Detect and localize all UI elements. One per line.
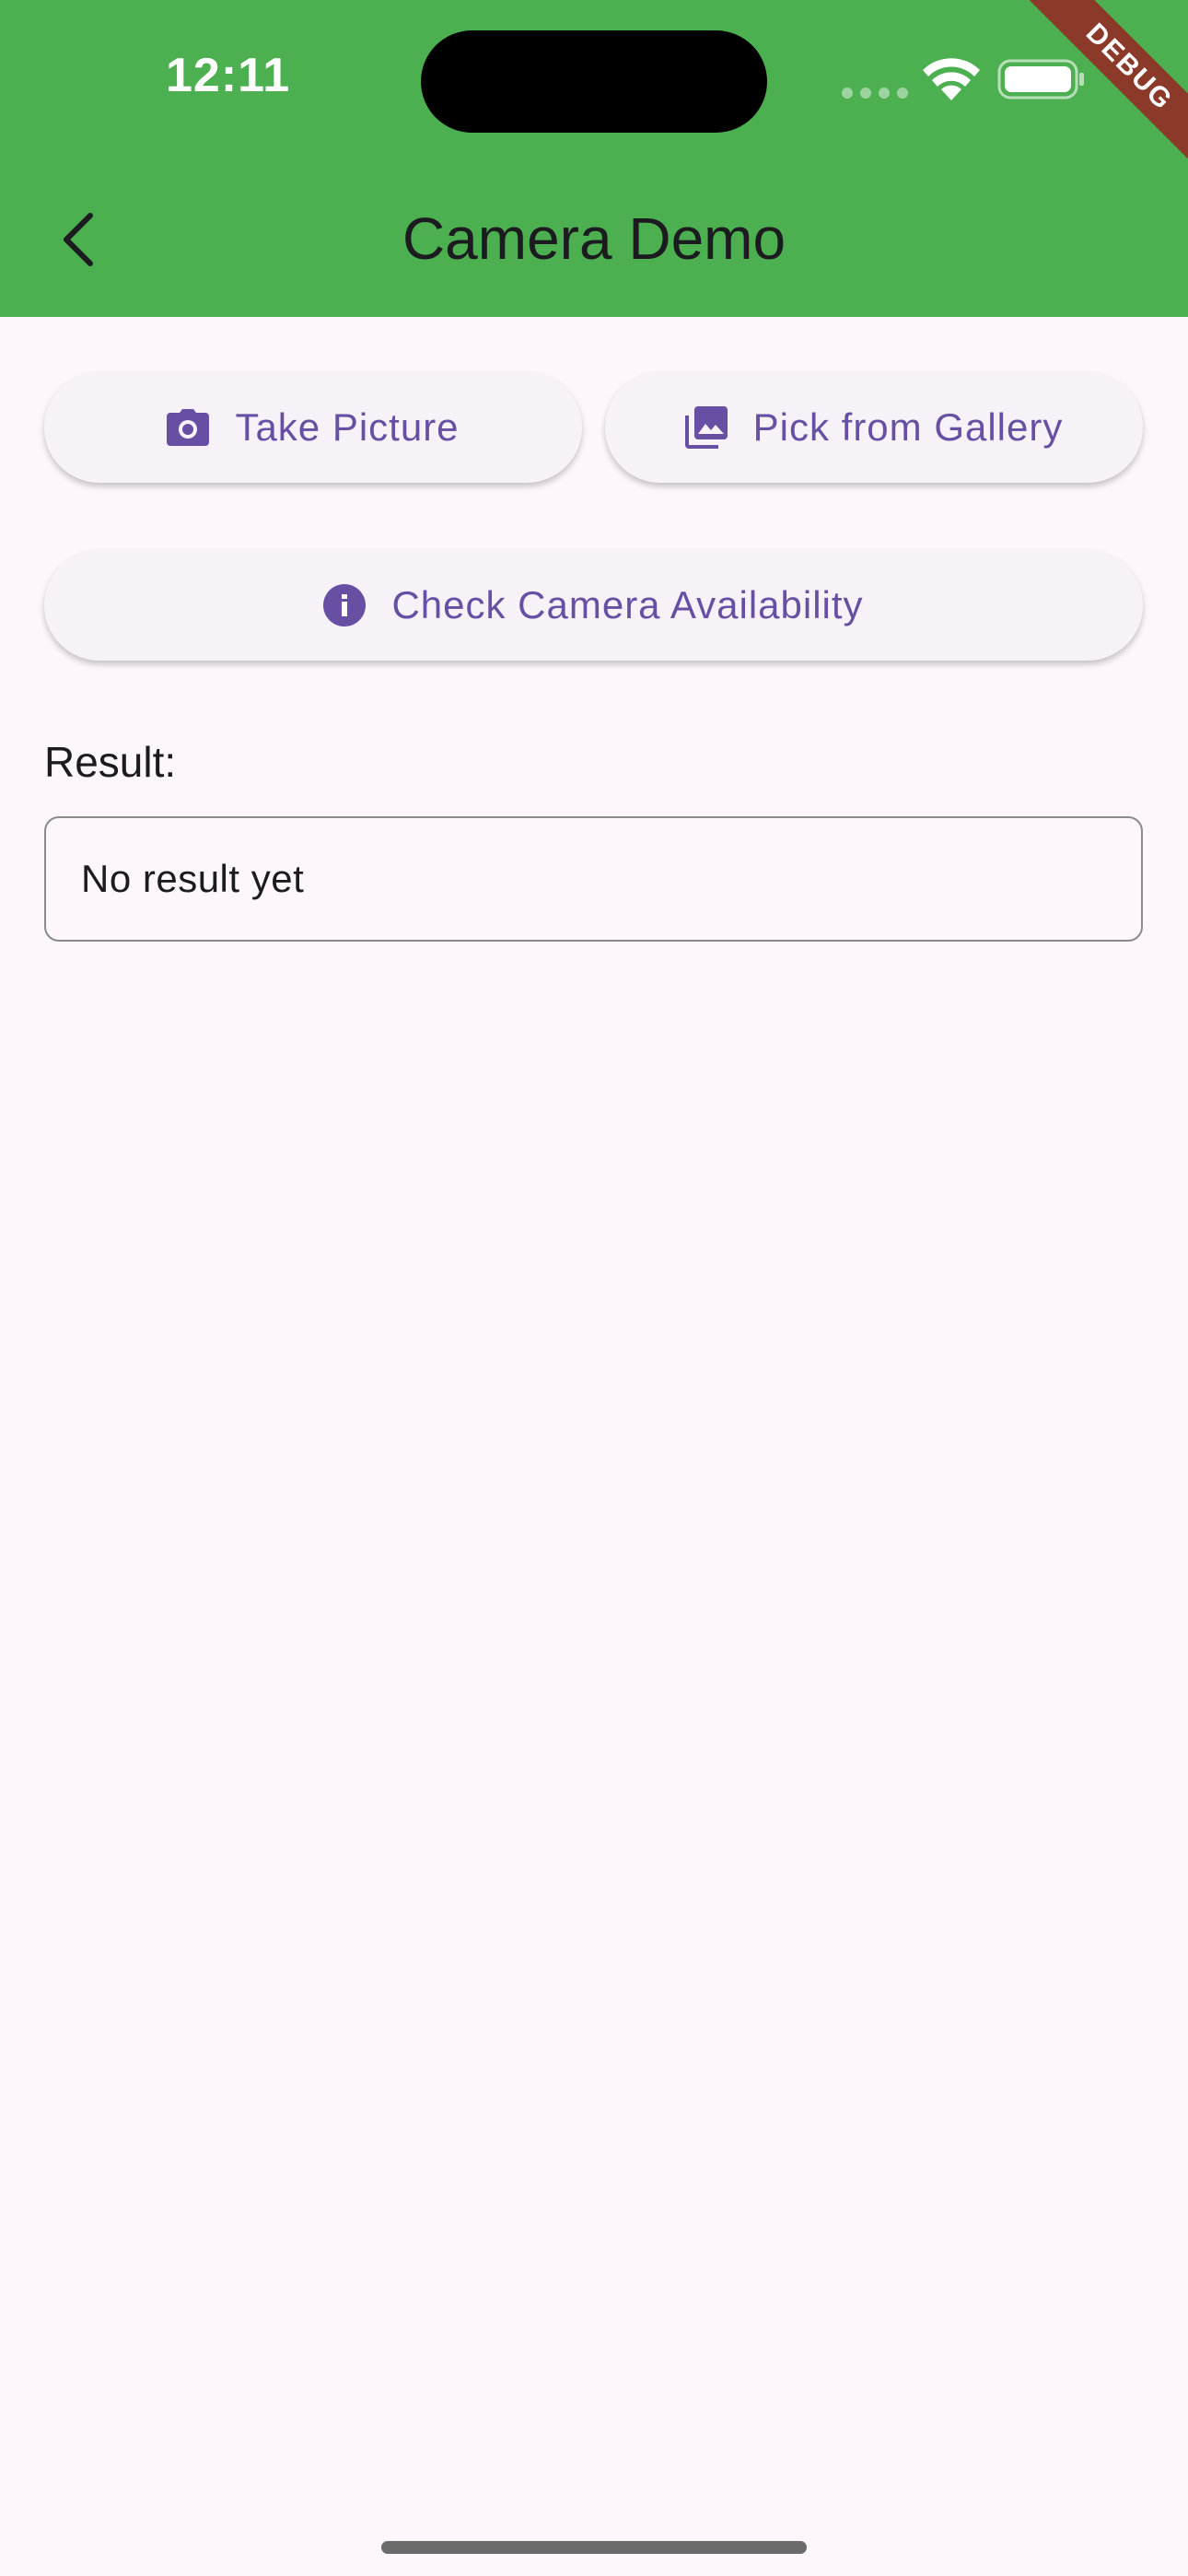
result-box: No result yet <box>44 816 1143 942</box>
result-label: Result: <box>44 738 177 786</box>
wifi-icon <box>923 58 980 100</box>
debug-banner: DEBUG <box>1013 0 1188 175</box>
page-title: Camera Demo <box>402 205 786 272</box>
info-icon <box>323 584 367 626</box>
take-picture-label: Take Picture <box>235 405 460 449</box>
photo-library-icon <box>684 406 728 449</box>
dynamic-island <box>421 30 767 133</box>
app-bar: 12:11 DEBUG Camera Demo <box>0 0 1188 317</box>
debug-banner-label: DEBUG <box>1015 0 1188 175</box>
cellular-signal-icon <box>842 88 908 99</box>
result-value: No result yet <box>81 857 305 900</box>
home-indicator[interactable] <box>381 2541 807 2554</box>
pick-from-gallery-button[interactable]: Pick from Gallery <box>605 372 1143 483</box>
check-camera-availability-button[interactable]: Check Camera Availability <box>44 550 1143 661</box>
take-picture-button[interactable]: Take Picture <box>44 372 582 483</box>
check-camera-availability-label: Check Camera Availability <box>391 583 864 626</box>
camera-icon <box>167 409 210 446</box>
status-time: 12:11 <box>166 49 291 102</box>
pick-from-gallery-label: Pick from Gallery <box>752 405 1064 449</box>
